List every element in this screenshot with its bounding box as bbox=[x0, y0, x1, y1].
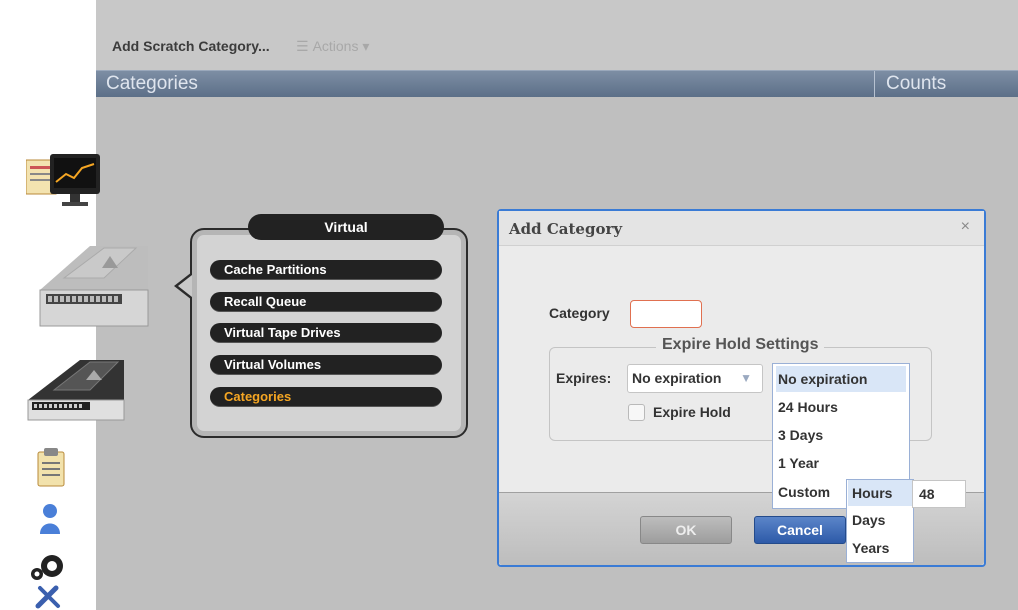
tape-drive-icon[interactable] bbox=[20, 356, 130, 436]
dropdown-option-no-expiration[interactable]: No expiration bbox=[776, 366, 906, 392]
policy-document-icon[interactable] bbox=[36, 446, 68, 490]
expire-hold-settings-legend: Expire Hold Settings bbox=[656, 336, 825, 354]
column-separator bbox=[874, 71, 875, 97]
popup-title: Virtual bbox=[248, 214, 444, 240]
unit-option-hours[interactable]: Hours bbox=[848, 480, 912, 506]
category-input[interactable] bbox=[630, 300, 702, 328]
monitor-chart-icon[interactable] bbox=[26, 150, 102, 208]
menu-item-virtual-tape-drives[interactable]: Virtual Tape Drives bbox=[210, 323, 442, 343]
menu-item-virtual-volumes[interactable]: Virtual Volumes bbox=[210, 355, 442, 375]
wrench-icon[interactable] bbox=[34, 584, 64, 610]
expires-label: Expires: bbox=[556, 370, 612, 386]
menu-item-cache-partitions[interactable]: Cache Partitions bbox=[210, 260, 442, 280]
category-label: Category bbox=[549, 305, 610, 321]
actions-label: Actions bbox=[312, 38, 359, 54]
expires-select-value: No expiration bbox=[632, 370, 722, 386]
chevron-down-icon: ▾ bbox=[362, 38, 370, 54]
custom-value-input[interactable]: 48 bbox=[912, 480, 966, 508]
chevron-down-icon: ▼ bbox=[740, 371, 752, 385]
ok-button[interactable]: OK bbox=[640, 516, 732, 544]
dropdown-option-3-days[interactable]: 3 Days bbox=[776, 422, 906, 448]
cancel-button[interactable]: Cancel bbox=[754, 516, 846, 544]
menu-item-categories[interactable]: Categories bbox=[210, 387, 442, 407]
toolbar: Add Scratch Category... ☰ Actions ▾ bbox=[96, 0, 1018, 70]
dialog-title: Add Category bbox=[509, 220, 623, 238]
expires-select[interactable]: No expiration ▼ bbox=[627, 364, 763, 393]
close-icon[interactable]: × bbox=[961, 218, 970, 236]
column-header-counts[interactable]: Counts bbox=[886, 73, 946, 95]
add-scratch-category-button[interactable]: Add Scratch Category... bbox=[112, 38, 270, 54]
column-header-categories[interactable]: Categories bbox=[106, 73, 198, 95]
popup-pointer-inner bbox=[178, 275, 192, 297]
user-icon[interactable] bbox=[38, 502, 64, 536]
tape-library-icon[interactable] bbox=[20, 238, 150, 338]
gears-icon[interactable] bbox=[30, 550, 70, 584]
menu-item-recall-queue[interactable]: Recall Queue bbox=[210, 292, 442, 312]
list-icon: ☰ bbox=[296, 38, 309, 54]
expire-hold-checkbox[interactable] bbox=[628, 404, 645, 421]
dropdown-option-1-year[interactable]: 1 Year bbox=[776, 450, 906, 476]
unit-option-years[interactable]: Years bbox=[848, 535, 912, 561]
actions-menu[interactable]: ☰ Actions ▾ bbox=[296, 38, 369, 55]
expire-hold-label: Expire Hold bbox=[653, 404, 731, 420]
unit-option-days[interactable]: Days bbox=[848, 507, 912, 533]
dialog-title-bar: Add Category × bbox=[499, 211, 984, 246]
table-header: Categories Counts bbox=[96, 70, 1018, 97]
dropdown-option-24-hours[interactable]: 24 Hours bbox=[776, 394, 906, 420]
